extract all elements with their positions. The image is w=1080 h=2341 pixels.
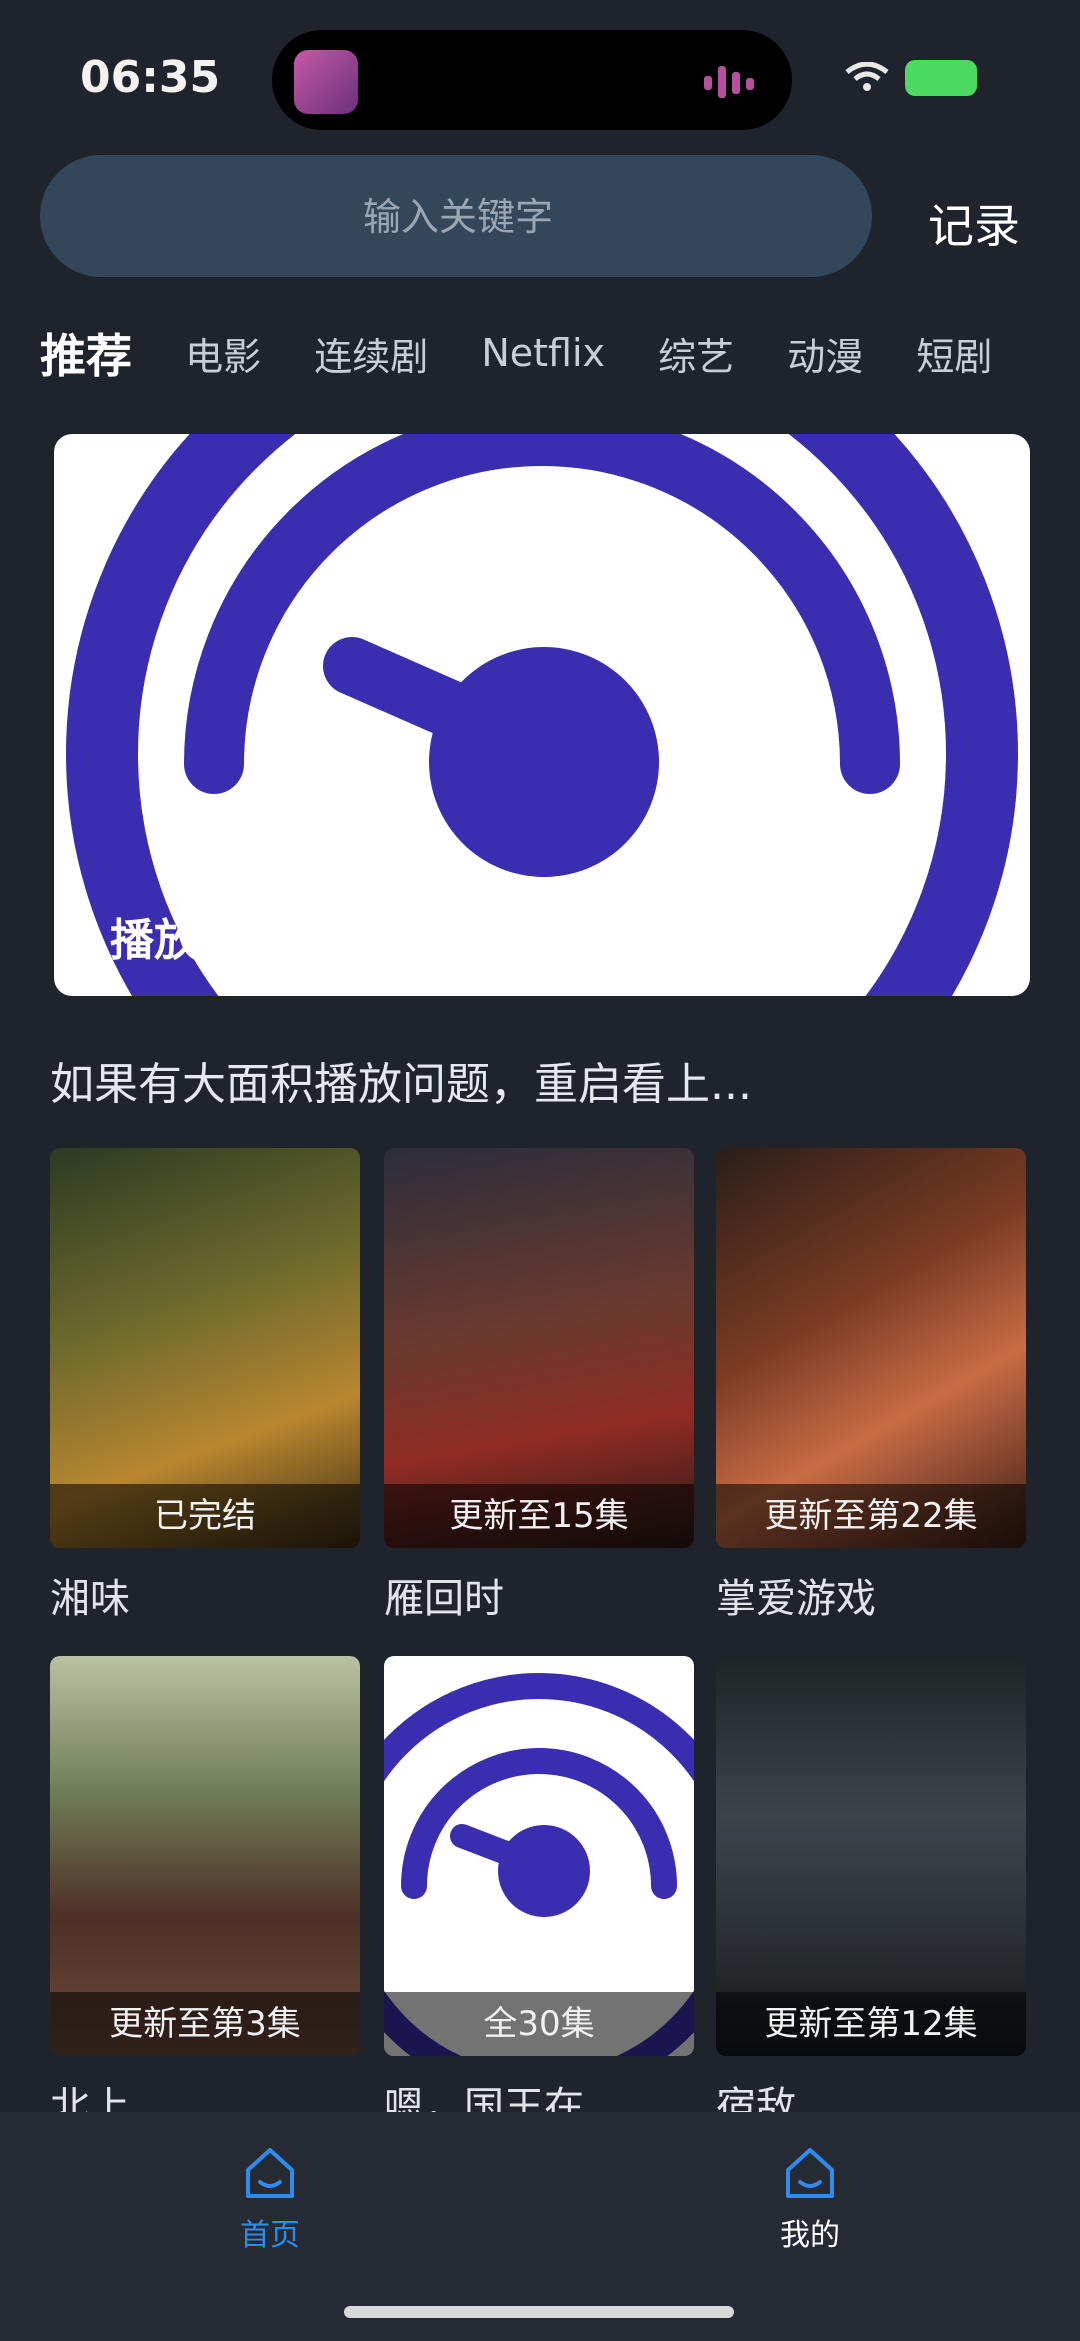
home-indicator[interactable]: [344, 2306, 734, 2318]
poster-image: 已完结: [50, 1148, 360, 1548]
banner-caption: 播放: [110, 915, 198, 966]
nav-mine[interactable]: 我的: [710, 2142, 910, 2254]
video-card[interactable]: 更新至第3集 北上: [50, 1656, 360, 2132]
nav-home[interactable]: 首页: [170, 2142, 370, 2254]
status-time: 06:35: [80, 52, 221, 103]
search-input[interactable]: [40, 155, 876, 279]
dynamic-island: [272, 30, 792, 130]
home-outline-icon: [786, 2148, 834, 2198]
tab-variety[interactable]: 综艺: [658, 326, 734, 381]
episode-badge: 全30集: [384, 1992, 694, 2056]
poster-image: 更新至第22集: [716, 1148, 1026, 1548]
poster-image: 更新至第12集: [716, 1656, 1026, 2056]
video-card[interactable]: 已完结 湘味: [50, 1148, 360, 1624]
video-card[interactable]: 更新至第22集 掌爱游戏: [716, 1148, 1026, 1624]
tab-movie[interactable]: 电影: [185, 326, 261, 381]
featured-banner[interactable]: 播放: [54, 434, 1030, 996]
episode-badge: 更新至第12集: [716, 1992, 1026, 2056]
video-title: 掌爱游戏: [716, 1576, 876, 1622]
episode-badge: 更新至第22集: [716, 1484, 1026, 1548]
wifi-icon: [845, 62, 889, 91]
poster-image: 更新至15集: [384, 1148, 694, 1548]
episode-badge: 更新至15集: [384, 1484, 694, 1548]
nav-mine-label: 我的: [780, 2218, 840, 2253]
category-tabs: 推荐 电影 连续剧 Netflix 综艺 动漫 短剧: [40, 320, 1080, 400]
notice-text: 如果有大面积播放问题，重启看上...: [50, 1059, 752, 1110]
battery-icon: [905, 60, 977, 96]
audio-wave-icon: [704, 66, 754, 98]
episode-badge: 更新至第3集: [50, 1992, 360, 2056]
video-card[interactable]: 全30集 嗯，国王在...: [384, 1656, 694, 2132]
status-bar: 06:35: [0, 0, 1080, 150]
video-title: 雁回时: [384, 1576, 504, 1622]
video-card[interactable]: 更新至15集 雁回时: [384, 1148, 694, 1624]
now-playing-thumbnail: [294, 50, 358, 114]
tab-netflix[interactable]: Netflix: [481, 331, 605, 375]
tab-series[interactable]: 连续剧: [314, 326, 428, 381]
nav-home-label: 首页: [240, 2218, 300, 2253]
search-box[interactable]: [40, 155, 876, 279]
tab-recommend[interactable]: 推荐: [40, 320, 132, 386]
video-title: 湘味: [50, 1576, 130, 1622]
video-card[interactable]: 更新至第12集 宿敌: [716, 1656, 1026, 2132]
speedometer-logo-icon: [66, 434, 1018, 996]
poster-image: 全30集: [384, 1656, 694, 2056]
home-icon: [246, 2148, 294, 2198]
tab-short-drama[interactable]: 短剧: [916, 326, 992, 381]
tab-anime[interactable]: 动漫: [787, 326, 863, 381]
poster-image: 更新至第3集: [50, 1656, 360, 2056]
episode-badge: 已完结: [50, 1484, 360, 1548]
history-button[interactable]: 记录: [928, 190, 1020, 256]
